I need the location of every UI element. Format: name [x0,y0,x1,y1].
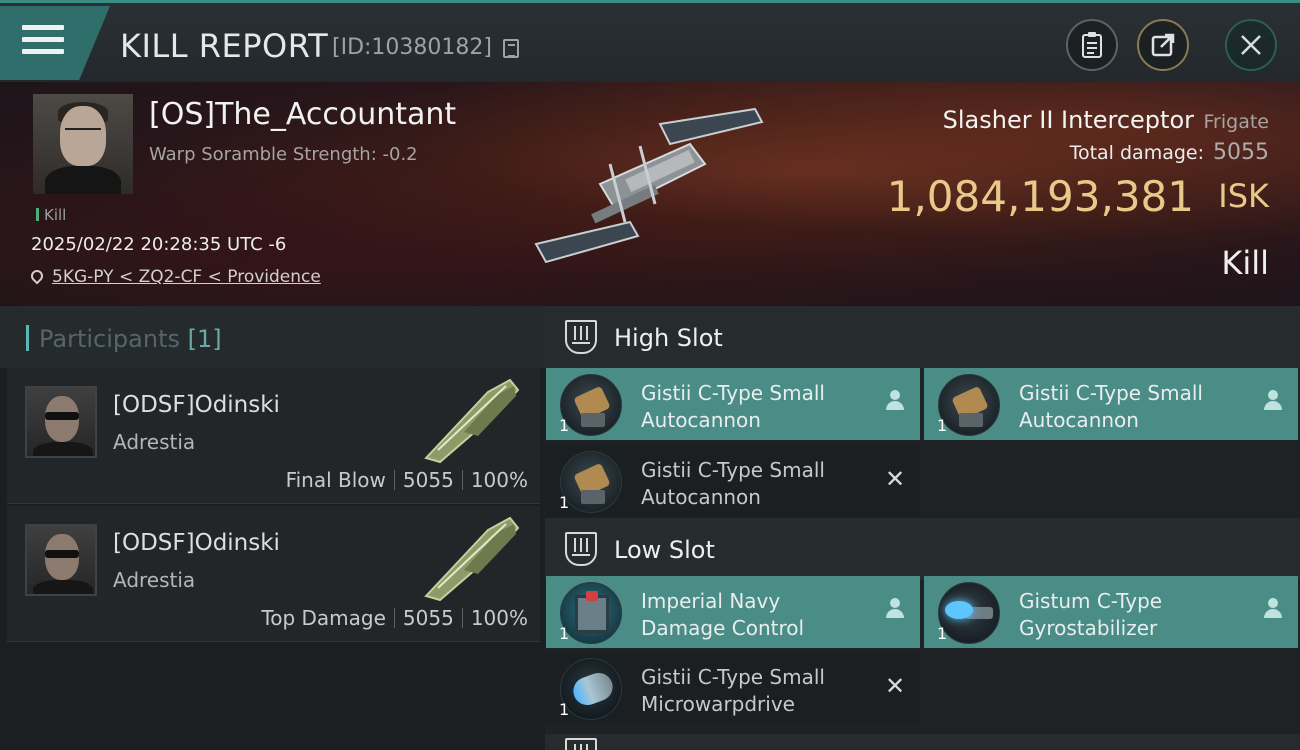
microwarpdrive-icon [560,658,622,720]
dropped-person-icon [1262,390,1284,414]
title-bar: KILL REPORT [ID:10380182] [0,0,1300,82]
module-low-2[interactable]: 1 Gistum C-Type Gyrostabilizer [924,576,1298,648]
mid-slot-icon [565,738,597,750]
dropped-person-icon [884,598,906,622]
autocannon-icon [938,374,1000,436]
participant-ship: Adrestia [113,568,196,592]
module-high-2[interactable]: 1 Gistii C-Type Small Autocannon [924,368,1298,440]
victim-ship-image [534,107,764,264]
destroyed-x-icon: ✕ [884,465,906,493]
module-name: Gistum C-Type Gyrostabilizer [1019,589,1163,640]
module-quantity: 1 [559,416,570,435]
module-name: Gistii C-Type Small Autocannon [1019,381,1203,432]
clipboard-button[interactable] [1066,19,1118,71]
participants-panel: Participants [1] [ODSF]Odinski Adrestia … [0,306,545,750]
close-button[interactable] [1225,19,1277,71]
share-icon [1151,33,1175,57]
isk-value: 1,084,193,381 [886,172,1194,221]
fitting-panel: High Slot 1 Gistii C-Type Small Autocanno… [545,306,1300,750]
mid-slot-header [545,734,1300,750]
high-slot-title: High Slot [614,324,723,352]
module-quantity: 1 [559,493,570,512]
participant-row[interactable]: [ODSF]Odinski Adrestia Final Blow 5055 100… [7,368,540,504]
low-slot-icon [565,532,597,566]
participant-role: Top Damage [261,606,386,630]
participants-count: [1] [187,325,222,353]
module-quantity: 1 [559,624,570,643]
ship-name[interactable]: Slasher II Interceptor [943,106,1194,134]
module-quantity: 1 [937,624,948,643]
isk-unit: ISK [1218,177,1269,215]
victim-name[interactable]: [OS]The_Accountant [149,97,456,132]
low-slot-title: Low Slot [614,536,715,564]
participant-role: Final Blow [285,468,386,492]
participant-row[interactable]: [ODSF]Odinski Adrestia Top Damage 5055 100… [7,506,540,642]
participant-percent: 100% [470,468,528,492]
clipboard-icon [1082,32,1102,58]
victim-avatar[interactable] [33,94,133,194]
high-slot-icon [565,320,597,354]
participant-percent: 100% [470,606,528,630]
module-name: Gistii C-Type Small Autocannon [641,381,825,432]
participant-damage: 5055 [402,468,454,492]
kill-status: Kill [1221,244,1269,282]
participant-stats: Top Damage 5055 100% [261,606,528,630]
high-slot-header: High Slot [545,306,1300,368]
module-low-1[interactable]: 1 Imperial Navy Damage Control [546,576,920,648]
participant-ship: Adrestia [113,430,196,454]
module-name: Gistii C-Type Small Microwarpdrive [641,665,825,716]
destroyed-x-icon: ✕ [884,672,906,700]
module-name: Gistii C-Type Small Autocannon [641,458,825,509]
module-high-1[interactable]: 1 Gistii C-Type Small Autocannon [546,368,920,440]
copy-icon[interactable] [503,39,519,58]
module-high-3[interactable]: 1 Gistii C-Type Small Autocannon ✕ [546,445,920,517]
participant-name[interactable]: [ODSF]Odinski [113,530,280,556]
participant-damage: 5055 [402,606,454,630]
warp-scramble-strength: Warp Soramble Strength: -0.2 [149,144,418,165]
report-id: [ID:10380182] [332,35,492,60]
total-damage-value: 5055 [1213,140,1269,165]
location-text: 5KG-PY < ZQ2-CF < Providence [52,267,321,287]
module-name: Imperial Navy Damage Control [641,589,805,640]
module-quantity: 1 [559,700,570,719]
page-title: KILL REPORT [120,27,329,65]
gyrostabilizer-icon [938,582,1000,644]
participant-ship-image [424,516,520,602]
participant-ship-image [424,378,520,464]
participant-name[interactable]: [ODSF]Odinski [113,392,280,418]
menu-icon[interactable] [22,25,64,61]
kill-location-link[interactable]: 5KG-PY < ZQ2-CF < Providence [28,267,321,287]
autocannon-icon [560,451,622,513]
total-damage-label: Total damage: [1069,142,1204,164]
ship-class: Frigate [1203,111,1269,133]
kill-datetime: 2025/02/22 20:28:35 UTC -6 [31,234,287,255]
module-quantity: 1 [937,416,948,435]
damage-control-icon [560,582,622,644]
participant-avatar[interactable] [25,386,97,458]
dropped-person-icon [1262,598,1284,622]
low-slot-header: Low Slot [545,518,1300,580]
share-button[interactable] [1137,19,1189,71]
participant-avatar[interactable] [25,524,97,596]
dropped-person-icon [884,390,906,414]
module-low-3[interactable]: 1 Gistii C-Type Small Microwarpdrive ✕ [546,652,920,724]
participants-header: Participants [1] [0,306,545,368]
kill-tag: Kill [36,206,66,224]
autocannon-icon [560,374,622,436]
participant-stats: Final Blow 5055 100% [286,468,528,492]
kill-summary-banner: [OS]The_Accountant Warp Soramble Strengt… [0,82,1300,306]
close-icon [1241,35,1261,55]
location-pin-icon [28,267,46,285]
participants-title: Participants [1] [26,325,222,353]
